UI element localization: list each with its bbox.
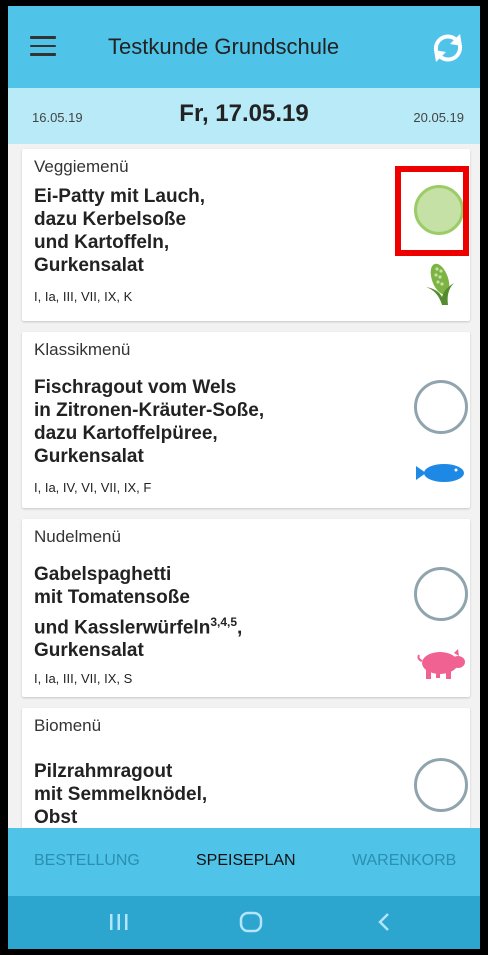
menu-dish: Gabelspaghetti mit Tomatensoße und Kassl… xyxy=(34,564,243,662)
app-title: Testkunde Grundschule xyxy=(108,34,340,59)
tab-speiseplan[interactable]: SPEISEPLAN xyxy=(196,852,296,870)
app-screen: Testkunde Grundschule 16.05.19 Fr, 17.05… xyxy=(8,6,480,949)
additive-superscript: 3,4,5 xyxy=(210,615,238,629)
system-navigation-bar xyxy=(8,896,480,949)
home-icon[interactable] xyxy=(238,910,264,939)
menu-allergens: I, Ia, IV, VI, VII, IX, F xyxy=(34,480,152,495)
menu-icon[interactable] xyxy=(30,36,56,58)
menu-dish: Fischragout vom Wels in Zitronen-Kräuter… xyxy=(34,377,265,467)
menu-card-nudel[interactable]: Nudelmenü Gabelspaghetti mit Tomatensoße… xyxy=(22,519,470,697)
tab-bestellung[interactable]: BESTELLUNG xyxy=(34,852,140,870)
menu-dish: Pilzrahmragout mit Semmelknödel, Obst xyxy=(34,761,208,828)
top-app-bar: Testkunde Grundschule xyxy=(8,6,480,88)
corn-icon xyxy=(422,261,456,312)
menu-card-bio[interactable]: Biomenü Pilzrahmragout mit Semmelknödel,… xyxy=(22,708,470,848)
back-icon[interactable] xyxy=(374,910,394,939)
select-circle-klassik[interactable] xyxy=(414,380,468,434)
menu-card-klassik[interactable]: Klassikmenü Fischragout vom Wels in Zitr… xyxy=(22,332,470,508)
fish-icon xyxy=(412,460,468,491)
next-date-link[interactable]: 20.05.19 xyxy=(413,110,464,125)
recents-icon[interactable] xyxy=(108,910,130,939)
menu-category: Biomenü xyxy=(34,716,102,735)
selection-highlight xyxy=(395,166,469,256)
menu-category: Nudelmenü xyxy=(34,527,121,546)
current-date: Fr, 17.05.19 xyxy=(179,100,309,127)
select-circle-nudel[interactable] xyxy=(414,567,468,621)
sync-icon[interactable] xyxy=(428,30,468,66)
pig-icon xyxy=(416,649,468,686)
select-circle-bio[interactable] xyxy=(414,758,468,812)
menu-category: Klassikmenü xyxy=(34,340,131,359)
menu-allergens: I, Ia, III, VII, IX, K xyxy=(34,289,133,304)
menu-allergens: I, Ia, III, VII, IX, S xyxy=(34,671,133,686)
date-bar: 16.05.19 Fr, 17.05.19 20.05.19 xyxy=(8,88,480,144)
tab-warenkorb[interactable]: WARENKORB xyxy=(352,852,456,870)
menu-category: Veggiemenü xyxy=(34,157,129,176)
bottom-navigation: BESTELLUNG SPEISEPLAN WARENKORB xyxy=(8,828,480,896)
menu-dish: Ei-Patty mit Lauch, dazu Kerbelsoße und … xyxy=(34,186,206,276)
